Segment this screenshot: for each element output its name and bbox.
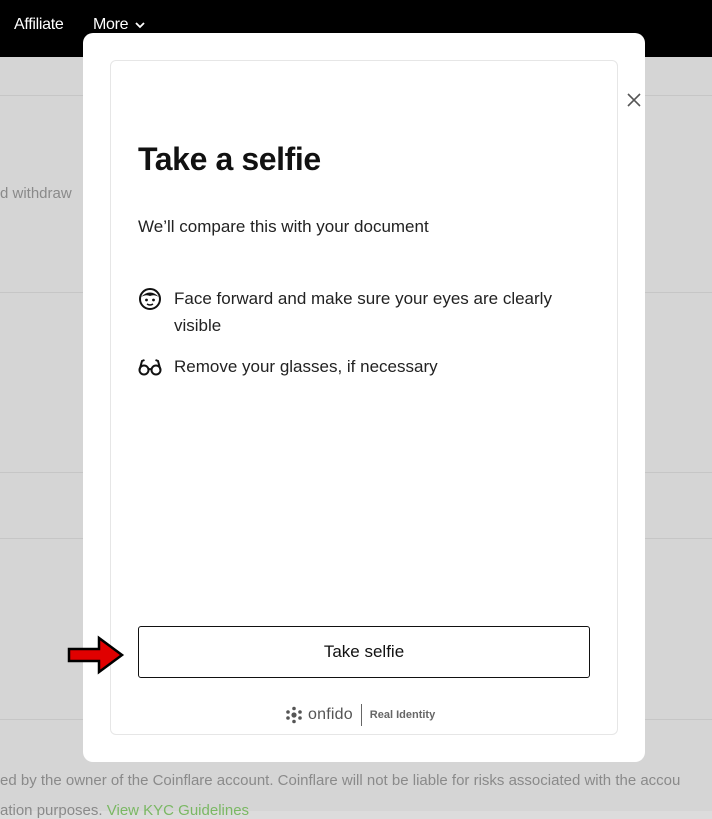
background-text: d withdraw bbox=[0, 185, 72, 202]
nav-affiliate[interactable]: Affiliate bbox=[14, 16, 64, 34]
face-icon bbox=[139, 288, 161, 310]
arrow-right-icon bbox=[67, 635, 125, 675]
selfie-modal: Take a selfie We’ll compare this with yo… bbox=[83, 33, 645, 762]
onfido-logo-icon bbox=[286, 706, 302, 724]
close-icon[interactable] bbox=[625, 91, 643, 109]
footer-divider bbox=[360, 704, 362, 726]
tip-remove-glasses: Remove your glasses, if necessary bbox=[138, 353, 584, 380]
take-selfie-button[interactable]: Take selfie bbox=[138, 626, 590, 678]
tip-text: Remove your glasses, if necessary bbox=[174, 357, 438, 376]
tip-face-forward: Face forward and make sure your eyes are… bbox=[138, 285, 584, 339]
page-title: Take a selfie bbox=[138, 141, 321, 177]
tip-text: Face forward and make sure your eyes are… bbox=[174, 289, 552, 335]
kyc-disclaimer: ed by the owner of the Coinflare account… bbox=[0, 772, 681, 789]
glasses-icon bbox=[138, 359, 162, 376]
chevron-down-icon bbox=[135, 22, 145, 29]
onfido-footer: onfido Real Identity bbox=[285, 704, 435, 726]
onfido-brand: onfido bbox=[308, 706, 353, 723]
nav-more[interactable]: More bbox=[93, 16, 146, 34]
subtitle: We’ll compare this with your document bbox=[138, 217, 429, 236]
nav-more-label: More bbox=[93, 16, 129, 33]
onfido-tagline: Real Identity bbox=[369, 709, 436, 721]
